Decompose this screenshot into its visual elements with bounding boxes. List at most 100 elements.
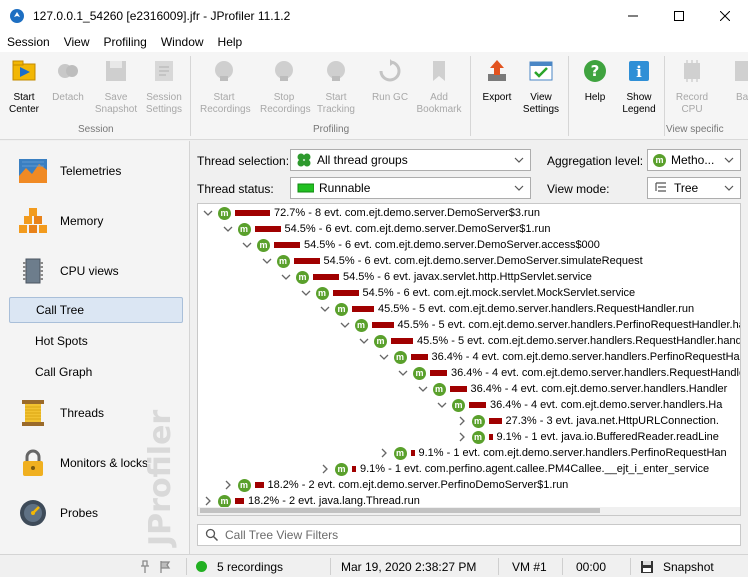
chevron-down-icon[interactable] <box>437 400 447 410</box>
chevron-down-icon[interactable] <box>359 336 369 346</box>
chevron-down-icon[interactable] <box>242 240 252 250</box>
percentage-bar <box>235 210 270 216</box>
tree-row[interactable]: m 54.5% - 6 evt. com.ejt.mock.servlet.Moc… <box>301 285 635 301</box>
view-settings-button[interactable]: View Settings <box>517 56 565 120</box>
chevron-right-icon[interactable] <box>223 480 233 490</box>
session-settings-button[interactable]: Session Settings <box>140 56 188 120</box>
tree-row[interactable]: m 54.5% - 6 evt. com.ejt.demo.server.Demo… <box>262 253 643 269</box>
view-mode-value: Tree <box>674 181 699 195</box>
thread-status-dropdown[interactable]: Runnable <box>290 177 531 199</box>
close-button[interactable] <box>702 0 748 31</box>
chevron-right-icon[interactable] <box>320 464 330 474</box>
menu-view[interactable]: View <box>57 35 97 49</box>
tree-row[interactable]: m 36.4% - 4 evt. com.ejt.demo.server.hand… <box>379 349 741 365</box>
chevron-down-icon[interactable] <box>340 320 350 330</box>
sidebar-item-call-graph[interactable]: Call Graph <box>9 359 183 385</box>
horizontal-scrollbar[interactable] <box>198 507 740 515</box>
chevron-down-icon[interactable] <box>379 352 389 362</box>
tree-row[interactable]: m 36.4% - 4 evt. com.ejt.demo.server.hand… <box>398 365 741 381</box>
chevron-down-icon[interactable] <box>223 224 233 234</box>
chevron-right-icon[interactable] <box>203 496 213 506</box>
menu-session[interactable]: Session <box>0 35 57 49</box>
status-recordings[interactable]: 5 recordings <box>196 555 283 577</box>
tree-row[interactable]: m 36.4% - 4 evt. com.ejt.demo.server.hand… <box>418 381 727 397</box>
menu-profiling[interactable]: Profiling <box>97 35 154 49</box>
start-recordings-button[interactable]: Start Recordings <box>200 56 251 120</box>
thread-selection-dropdown[interactable]: All thread groups <box>290 149 531 171</box>
tree-row[interactable]: m 54.5% - 6 evt. javax.servlet.http.HttpS… <box>281 269 592 285</box>
menu-bar: Session View Profiling Window Help <box>0 31 748 52</box>
status-pin-controls[interactable] <box>138 555 172 577</box>
tree-row[interactable]: m 54.5% - 6 evt. com.ejt.demo.server.Demo… <box>242 237 600 253</box>
tree-row[interactable]: m 54.5% - 6 evt. com.ejt.demo.server.Demo… <box>223 221 550 237</box>
maximize-button[interactable] <box>656 0 702 31</box>
chevron-right-icon[interactable] <box>457 432 467 442</box>
tree-row[interactable]: m 9.1% - 1 evt. java.io.BufferedReader.re… <box>457 429 719 445</box>
tree-row[interactable]: m 27.3% - 3 evt. java.net.HttpURLConnecti… <box>457 413 719 429</box>
tree-row-label: 36.4% - 4 evt. com.ejt.demo.server.handl… <box>431 351 741 363</box>
add-bookmark-button[interactable]: Add Bookmark <box>415 56 463 120</box>
tree-row[interactable]: m 9.1% - 1 evt. com.ejt.demo.server.handl… <box>379 445 727 461</box>
sidebar-item-cpu-views[interactable]: CPU views <box>0 255 189 287</box>
toolbar-separator <box>568 56 569 136</box>
tree-row[interactable]: m 9.1% - 1 evt. com.perfino.agent.callee.… <box>320 461 709 477</box>
chevron-down-icon[interactable] <box>418 384 428 394</box>
tree-row-label: 36.4% - 4 evt. com.ejt.demo.server.handl… <box>451 367 741 379</box>
title-bar: 127.0.0.1_54260 [e2316009].jfr - JProfil… <box>0 0 748 31</box>
chevron-down-icon[interactable] <box>301 288 311 298</box>
help-button[interactable]: ? Help <box>571 56 619 120</box>
chevron-right-icon[interactable] <box>379 448 389 458</box>
toolbar: Start Center Detach Save Snapshot Sessio… <box>0 52 748 140</box>
tree-row[interactable]: m 45.5% - 5 evt. com.ejt.demo.server.hand… <box>320 301 694 317</box>
call-tree[interactable]: m 72.7% - 8 evt. com.ejt.demo.server.Demo… <box>197 203 741 516</box>
tree-row[interactable]: m 72.7% - 8 evt. com.ejt.demo.server.Demo… <box>203 205 540 221</box>
call-tree-filter-field[interactable]: Call Tree View Filters <box>197 524 741 546</box>
detach-button[interactable]: Detach <box>44 56 92 120</box>
back-button[interactable]: Ba <box>720 56 748 120</box>
chevron-down-icon[interactable] <box>398 368 408 378</box>
chevron-right-icon[interactable] <box>457 416 467 426</box>
method-icon: m <box>335 302 348 316</box>
tree-row[interactable]: m 45.5% - 5 evt. com.ejt.demo.server.hand… <box>359 333 740 349</box>
status-date: Mar 19, 2020 2:38:27 PM <box>341 559 477 574</box>
chevron-down-icon[interactable] <box>262 256 272 266</box>
scrollbar-thumb[interactable] <box>200 508 600 513</box>
tree-row[interactable]: m 45.5% - 5 evt. com.ejt.demo.server.hand… <box>340 317 740 333</box>
save-snapshot-button[interactable]: Save Snapshot <box>92 56 140 120</box>
menu-window[interactable]: Window <box>154 35 211 49</box>
stop-recordings-button[interactable]: Stop Recordings <box>260 56 311 120</box>
toolbar-group-view-specific: View specific <box>666 124 724 135</box>
method-icon: m <box>237 478 251 492</box>
run-gc-button[interactable]: Run GC <box>366 56 414 120</box>
sidebar-label-telemetries: Telemetries <box>60 164 122 178</box>
chevron-down-icon[interactable] <box>203 208 213 218</box>
sidebar-item-call-tree[interactable]: Call Tree <box>9 297 183 323</box>
window-title: 127.0.0.1_54260 [e2316009].jfr - JProfil… <box>33 8 291 23</box>
aggregation-level-dropdown[interactable]: m Metho... <box>647 149 741 171</box>
show-legend-button[interactable]: i Show Legend <box>615 56 663 120</box>
chevron-down-icon[interactable] <box>320 304 330 314</box>
chevron-down-icon[interactable] <box>281 272 291 282</box>
view-mode-dropdown[interactable]: Tree <box>647 177 741 199</box>
sidebar-item-hot-spots[interactable]: Hot Spots <box>9 328 183 354</box>
close-icon <box>720 10 730 21</box>
telemetries-icon <box>19 159 47 183</box>
start-tracking-button[interactable]: Start Tracking <box>312 56 360 120</box>
tree-row[interactable]: m 18.2% - 2 evt. com.ejt.demo.server.Perf… <box>223 477 568 493</box>
sidebar-label-cpu-views: CPU views <box>60 264 119 278</box>
start-center-button[interactable]: Start Center <box>0 56 48 120</box>
tree-row[interactable]: m 36.4% - 4 evt. com.ejt.demo.server.hand… <box>437 397 722 413</box>
method-icon: m <box>296 270 309 284</box>
export-button[interactable]: Export <box>473 56 521 120</box>
status-snapshot[interactable]: Snapshot <box>640 555 714 577</box>
start-recordings-label: Start Recordings <box>200 92 251 115</box>
method-icon: m <box>393 446 407 460</box>
method-icon: m <box>471 414 485 428</box>
menu-help[interactable]: Help <box>211 35 250 49</box>
filter-placeholder: Call Tree View Filters <box>225 528 339 542</box>
sidebar-item-memory[interactable]: Memory <box>0 205 189 237</box>
record-cpu-button[interactable]: Record CPU <box>668 56 716 120</box>
sidebar-item-telemetries[interactable]: Telemetries <box>0 155 189 187</box>
sidebar-label-call-tree: Call Tree <box>36 303 85 317</box>
minimize-button[interactable] <box>610 0 656 31</box>
